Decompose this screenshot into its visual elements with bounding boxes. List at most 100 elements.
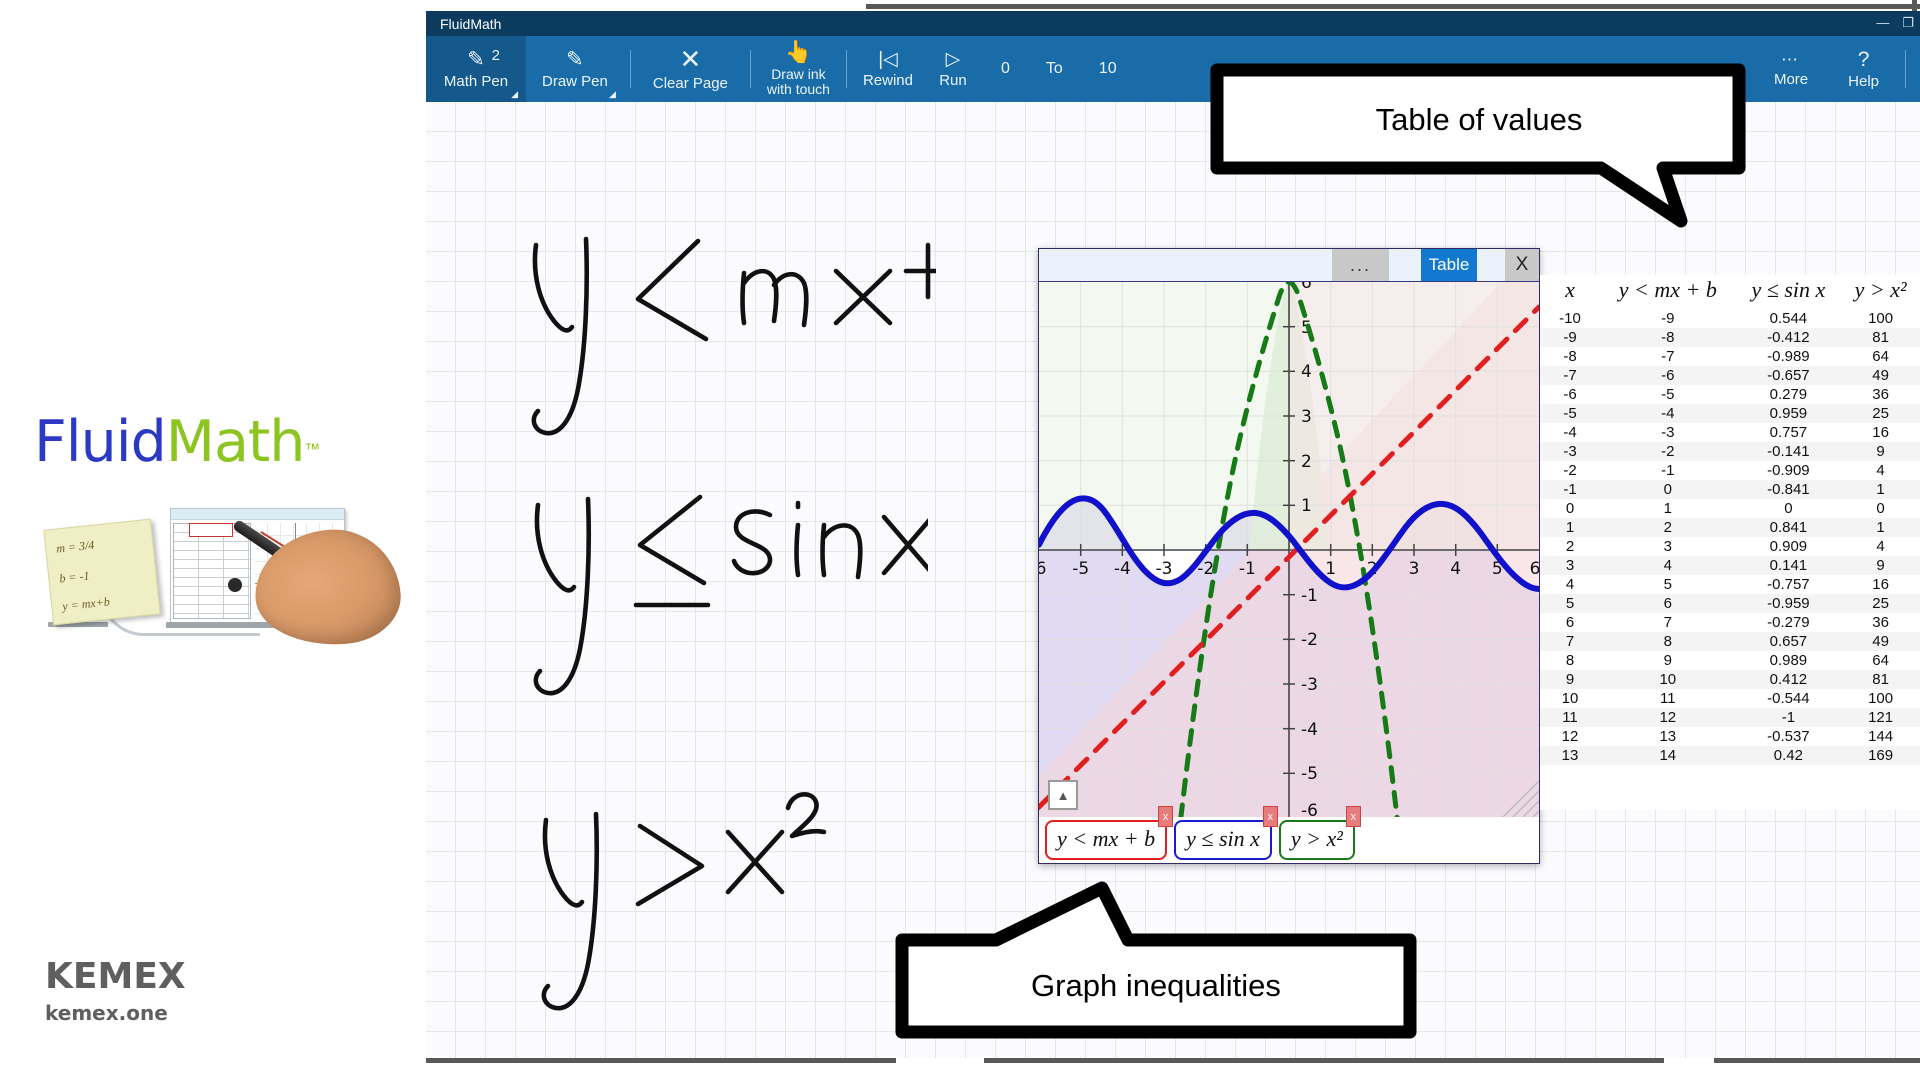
range-start-value: 0 bbox=[1000, 60, 1010, 77]
mini-window-titlebar bbox=[171, 509, 344, 520]
table-cell: 0 bbox=[1784, 500, 1793, 517]
minimize-icon[interactable]: — bbox=[1876, 15, 1889, 31]
close-x-icon: ✕ bbox=[679, 44, 702, 75]
table-cell: 0.757 bbox=[1769, 424, 1808, 441]
table-cell: 9 bbox=[1841, 556, 1920, 575]
table-row[interactable]: -1 0 -0.841 1 bbox=[1540, 480, 1920, 499]
table-cell: -0.841 bbox=[1735, 480, 1842, 499]
table-of-values[interactable]: x y < mx + b y ≤ sin x y > x² -10 -9 0.544… bbox=[1540, 275, 1920, 810]
table-row[interactable]: 5 6 -0.959 25 bbox=[1540, 594, 1920, 613]
table-row[interactable]: 0 1 0 0 bbox=[1540, 499, 1920, 518]
table-row[interactable]: -3 -2 -0.141 9 bbox=[1540, 442, 1920, 461]
table-row[interactable]: 12 13 -0.537 144 bbox=[1540, 727, 1920, 746]
toolbar-button-math-pen[interactable]: ✎ 2 Math Pen ◢ bbox=[426, 36, 526, 102]
graph-tab-table[interactable]: Table bbox=[1421, 249, 1477, 281]
table-row[interactable]: -5 -4 0.959 25 bbox=[1540, 404, 1920, 423]
restore-icon[interactable]: ❐ bbox=[1902, 15, 1914, 31]
table-row[interactable]: 4 5 -0.757 16 bbox=[1540, 575, 1920, 594]
toolbar-button-more[interactable]: ⋯ More bbox=[1754, 36, 1828, 102]
toolbar-button-help[interactable]: ? Help bbox=[1828, 36, 1899, 102]
table-row[interactable]: 9 10 0.412 81 bbox=[1540, 670, 1920, 689]
table-row[interactable]: 6 7 -0.279 36 bbox=[1540, 613, 1920, 632]
toolbar-button-run[interactable]: ▷ Run bbox=[923, 36, 983, 102]
table-cell: 0.42 bbox=[1735, 746, 1842, 765]
range-start-field[interactable]: 0 bbox=[983, 36, 1028, 102]
toolbar-button-clear-page[interactable]: ✕ Clear Page bbox=[637, 36, 744, 102]
table-row[interactable]: -10 -9 0.544 100 bbox=[1540, 309, 1920, 328]
toolbar-label-rewind: Rewind bbox=[862, 71, 913, 89]
ellipsis-icon: ... bbox=[1349, 254, 1371, 275]
math-pen-badge: 2 bbox=[491, 47, 500, 64]
table-row[interactable]: 10 11 -0.544 100 bbox=[1540, 689, 1920, 708]
table-row[interactable]: 2 3 0.909 4 bbox=[1540, 537, 1920, 556]
table-cell: 49 bbox=[1841, 632, 1920, 651]
toolbar-button-draw-ink-with-touch[interactable]: 👆 Draw ink with touch bbox=[757, 36, 840, 102]
table-row[interactable]: -9 -8 -0.412 81 bbox=[1540, 328, 1920, 347]
sticky-note: m = 3/4 b = -1 y = mx+b bbox=[43, 518, 161, 626]
svg-text:-3: -3 bbox=[1156, 559, 1173, 579]
table-cell: -3 bbox=[1661, 424, 1675, 441]
equation-chip-2[interactable]: y > x² x bbox=[1278, 806, 1361, 860]
table-cell: 14 bbox=[1600, 746, 1736, 765]
table-cell: -5 bbox=[1540, 404, 1600, 423]
table-cell: 0.989 bbox=[1769, 652, 1808, 669]
range-end-field[interactable]: 10 bbox=[1081, 36, 1135, 102]
toolbar-button-rewind[interactable]: |◁ Rewind bbox=[853, 36, 923, 102]
table-cell: 0.657 bbox=[1735, 632, 1842, 651]
table-cell: -4 bbox=[1563, 424, 1577, 441]
table-row[interactable]: 1 2 0.841 1 bbox=[1540, 518, 1920, 537]
table-row[interactable]: -7 -6 -0.657 49 bbox=[1540, 366, 1920, 385]
left-branding-panel: FluidMath™ m = 3/4 b = -1 y = mx+b KEMEX… bbox=[0, 0, 426, 1080]
table-cell: 144 bbox=[1868, 728, 1894, 745]
toolbar-separator bbox=[629, 50, 631, 88]
table-cell: -0.412 bbox=[1735, 328, 1842, 347]
table-row[interactable]: -8 -7 -0.989 64 bbox=[1540, 347, 1920, 366]
table-cell: 6 bbox=[1565, 614, 1575, 631]
table-cell: -1 bbox=[1735, 708, 1842, 727]
table-cell: -0.537 bbox=[1767, 728, 1810, 745]
graph-close-button[interactable]: X bbox=[1505, 249, 1539, 281]
equation-chip-0[interactable]: y < mx + b x bbox=[1045, 806, 1174, 860]
equation-chip-0-delete[interactable]: x bbox=[1158, 806, 1174, 827]
table-row[interactable]: 3 4 0.141 9 bbox=[1540, 556, 1920, 575]
table-row[interactable]: 7 8 0.657 49 bbox=[1540, 632, 1920, 651]
triangle-up-icon[interactable]: ▲ bbox=[1048, 780, 1078, 810]
table-row[interactable]: 11 12 -1 121 bbox=[1540, 708, 1920, 727]
graph-tab-table-label: Table bbox=[1428, 255, 1470, 274]
stylus-tip-icon bbox=[228, 578, 242, 592]
equation-chip-1-delete[interactable]: x bbox=[1262, 806, 1278, 827]
table-row[interactable]: 8 9 0.989 64 bbox=[1540, 651, 1920, 670]
equation-chip-1[interactable]: y ≤ sin x x bbox=[1174, 806, 1278, 860]
table-cell: 12 bbox=[1600, 708, 1736, 727]
table-cell: 49 bbox=[1841, 366, 1920, 385]
svg-text:4: 4 bbox=[1301, 362, 1312, 382]
pencil-icon: ✎ bbox=[566, 47, 584, 71]
graph-plot-area[interactable]: 6 -5 -4 -3 -2 -1 1 2 3 4 5 6 6 5 4 3 2 1… bbox=[1039, 282, 1539, 819]
table-cell: -8 bbox=[1600, 328, 1736, 347]
table-cell: 4 bbox=[1876, 462, 1885, 479]
window-controls[interactable]: — ❐ bbox=[1876, 15, 1914, 31]
chevron-down-icon[interactable]: ◢ bbox=[511, 89, 518, 100]
table-cell: 3 bbox=[1663, 538, 1672, 555]
table-row[interactable]: -6 -5 0.279 36 bbox=[1540, 385, 1920, 404]
table-cell: 25 bbox=[1841, 594, 1920, 613]
toolbar-button-draw-pen[interactable]: ✎ Draw Pen ◢ bbox=[526, 36, 624, 102]
equation-chip-1-label: y ≤ sin x bbox=[1186, 826, 1260, 851]
table-cell: -1 bbox=[1661, 462, 1675, 479]
ink-note-1[interactable] bbox=[508, 487, 928, 737]
table-cell: -8 bbox=[1563, 348, 1577, 365]
ink-note-0[interactable] bbox=[506, 227, 936, 477]
table-cell: -9 bbox=[1540, 328, 1600, 347]
callout-bottom-shape bbox=[895, 881, 1417, 1039]
table-row[interactable]: 13 14 0.42 169 bbox=[1540, 746, 1920, 765]
ink-note-2[interactable] bbox=[516, 780, 856, 1030]
table-row[interactable]: -2 -1 -0.909 4 bbox=[1540, 461, 1920, 480]
svg-text:-4: -4 bbox=[1301, 720, 1318, 740]
chevron-down-icon[interactable]: ◢ bbox=[609, 89, 616, 100]
svg-text:2: 2 bbox=[1301, 452, 1312, 472]
equation-chip-2-delete[interactable]: x bbox=[1345, 806, 1361, 827]
graph-options-button[interactable]: ... bbox=[1332, 249, 1389, 281]
table-row[interactable]: -4 -3 0.757 16 bbox=[1540, 423, 1920, 442]
values-table-body: -10 -9 0.544 100 -9 -8 -0.412 81 -8 -7 -0.989 64 -7-… bbox=[1540, 309, 1920, 765]
table-cell: 6 bbox=[1600, 594, 1736, 613]
